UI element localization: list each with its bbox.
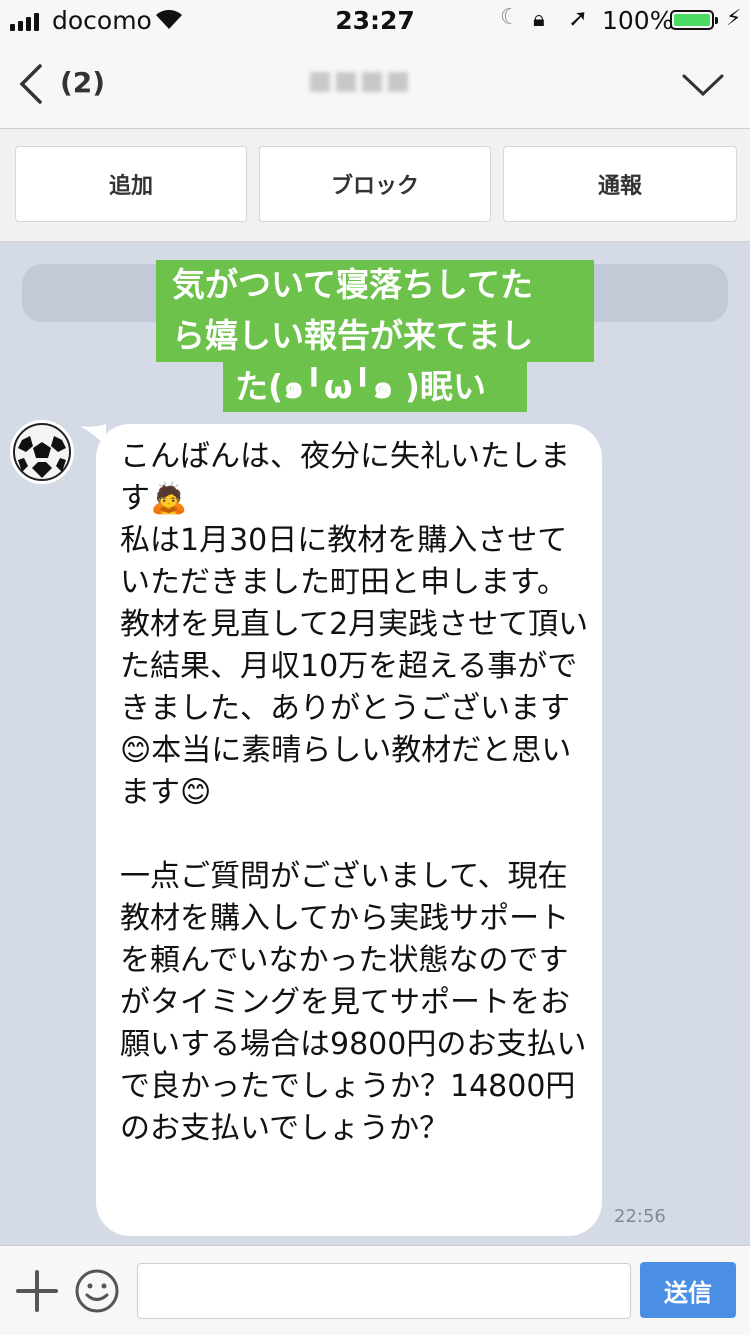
- message-input[interactable]: [137, 1263, 631, 1319]
- block-button[interactable]: ブロック: [259, 146, 491, 222]
- charging-icon: ⚡︎: [726, 6, 742, 31]
- back-chevron-icon[interactable]: [14, 60, 54, 108]
- send-button[interactable]: 送信: [640, 1262, 736, 1318]
- location-icon: ➚: [568, 4, 589, 32]
- annotation-line-3: た(๑╹ω╹๑ )眠い: [223, 362, 527, 412]
- annotation-line-2: ら嬉しい報告が来てまし: [156, 310, 594, 362]
- status-bar: docomo 23:27 ☾ 🔒︎ ➚ 100% ⚡︎: [0, 0, 750, 40]
- battery-percent: 100%: [602, 6, 674, 35]
- message-text: こんばんは、夜分に失礼いたします🙇 私は1月30日に教材を購入させていただきまし…: [120, 439, 589, 1146]
- add-friend-button[interactable]: 追加: [15, 146, 247, 222]
- annotation-line-1: 気がついて寝落ちしてた: [156, 260, 594, 310]
- sender-avatar[interactable]: [10, 420, 74, 484]
- unread-count[interactable]: (2): [60, 66, 105, 99]
- contact-name-redacted: [310, 62, 434, 102]
- plus-icon[interactable]: [16, 1270, 58, 1312]
- chevron-down-icon[interactable]: [680, 70, 726, 100]
- message-timestamp: 22:56: [614, 1206, 666, 1227]
- do-not-disturb-icon: ☾: [500, 5, 520, 30]
- report-button[interactable]: 通報: [503, 146, 737, 222]
- soccer-ball-icon: [13, 423, 71, 481]
- friend-action-bar: 追加 ブロック 通報: [0, 129, 750, 242]
- emoji-icon[interactable]: [74, 1268, 120, 1314]
- message-input-bar: 送信: [0, 1245, 750, 1335]
- chat-header: (2): [0, 40, 750, 129]
- rotation-lock-icon: 🔒︎: [533, 7, 545, 32]
- battery-icon: [670, 10, 718, 30]
